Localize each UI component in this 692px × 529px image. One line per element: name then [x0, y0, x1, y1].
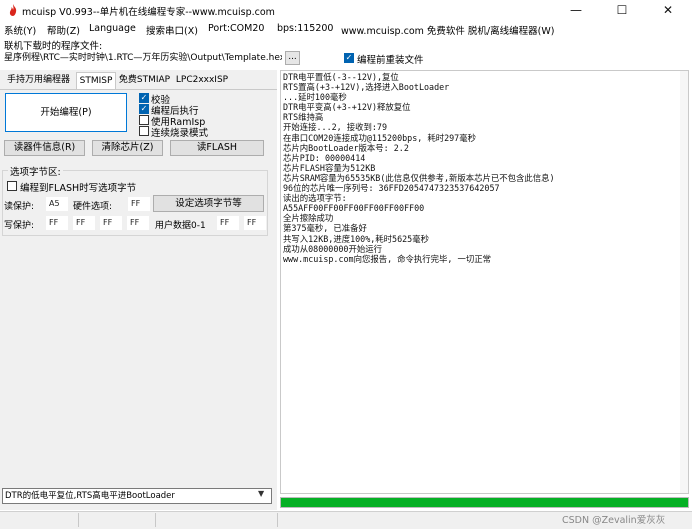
- log-line: 96位的芯片唯一序列号: 36FFD2054747323537642057: [283, 183, 500, 194]
- verify-checkbox[interactable]: ✓: [139, 93, 149, 103]
- log-line: 全片擦除成功: [283, 213, 334, 224]
- log-line: 芯片内BootLoader版本号: 2.2: [283, 142, 409, 153]
- write-protect-field-0[interactable]: FF: [46, 216, 68, 230]
- write-protect-label: 写保护:: [4, 221, 35, 231]
- browse-button[interactable]: ...: [285, 51, 300, 65]
- log-line: 芯片PID: 00000414: [283, 152, 366, 163]
- log-line: 读出的选项字节:: [283, 193, 347, 204]
- reset-mode-select[interactable]: DTR的低电平复位,RTS高电平进BootLoader: [2, 488, 272, 504]
- status-separator: [78, 513, 79, 527]
- continuous-mode-checkbox[interactable]: [139, 126, 149, 136]
- user-data-field-0[interactable]: FF: [217, 216, 239, 230]
- ramisp-checkbox[interactable]: [139, 115, 149, 125]
- log-line: 开始连接...2, 接收到:79: [283, 122, 388, 133]
- log-line: 芯片FLASH容量为512KB: [283, 162, 376, 173]
- log-line: 成功从08000000开始运行: [283, 243, 382, 254]
- log-line: 芯片SRAM容量为65535KB(此信息仅供参考,新版本芯片已不包含此信息): [283, 172, 555, 183]
- log-lines: DTR电平置低(-3--12V),复位 RTS置高(+3-+12V),选择进入B…: [283, 72, 673, 264]
- option-bytes-title: 选项字节区:: [8, 164, 63, 178]
- log-line: RTS维持高: [283, 112, 324, 123]
- tab-lpc[interactable]: LPC2xxxISP: [174, 72, 230, 89]
- menu-port[interactable]: Port:COM20: [208, 23, 264, 34]
- status-separator: [155, 513, 156, 527]
- tab-stmiap[interactable]: 免费STMIAP: [117, 72, 172, 89]
- menu-bps[interactable]: bps:115200: [277, 23, 333, 34]
- menu-website[interactable]: www.mcuisp.com 免费软件 脱机/离线编程器(W): [341, 23, 554, 37]
- user-data-field-1[interactable]: FF: [244, 216, 266, 230]
- file-label: 联机下载时的程序文件:: [4, 41, 103, 52]
- log-line: RTS置高(+3-+12V),选择进入BootLoader: [283, 82, 450, 93]
- hw-option-label: 硬件选项:: [73, 202, 113, 212]
- reprogram-label: 编程前重装文件: [357, 55, 424, 66]
- tab-stmisp[interactable]: STMISP: [76, 72, 116, 89]
- log-line: DTR电平置低(-3--12V),复位: [283, 72, 399, 82]
- set-option-bytes-button[interactable]: 设定选项字节等: [153, 195, 264, 212]
- read-info-button[interactable]: 读器件信息(R): [4, 140, 85, 156]
- erase-chip-button[interactable]: 清除芯片(Z): [92, 140, 163, 156]
- continuous-mode-label: 连续烧录模式: [151, 128, 209, 139]
- read-protect-field[interactable]: A5: [46, 197, 68, 211]
- reprogram-checkbox[interactable]: ✓: [344, 53, 354, 63]
- log-line: DTR电平变高(+3-+12V)释放复位: [283, 102, 411, 113]
- app-flame-icon: [9, 4, 17, 16]
- file-path-field[interactable]: 星序例程\RTC—实时时钟\1.RTC—万年历实验\Output\Templat…: [4, 51, 282, 65]
- read-protect-label: 读保护:: [4, 202, 35, 212]
- maximize-button[interactable]: ☐: [599, 0, 645, 20]
- write-protect-field-1[interactable]: FF: [73, 216, 95, 230]
- menu-help[interactable]: 帮助(Z): [47, 23, 80, 37]
- menu-search-port[interactable]: 搜索串口(X): [146, 23, 198, 37]
- tab-handheld[interactable]: 手持万用编程器: [2, 72, 75, 89]
- menu-system[interactable]: 系统(Y): [4, 23, 36, 37]
- minimize-button[interactable]: —: [553, 0, 599, 20]
- log-scrollbar[interactable]: [680, 71, 688, 493]
- user-data-label: 用户数据0-1: [155, 221, 206, 231]
- close-button[interactable]: ✕: [645, 0, 691, 20]
- watermark: CSDN @Zevalin爱灰灰: [562, 515, 666, 526]
- write-option-bytes-label: 编程到FLASH时写选项字节: [20, 183, 137, 194]
- write-option-bytes-checkbox[interactable]: [7, 181, 17, 191]
- hw-option-field[interactable]: FF: [128, 197, 150, 211]
- chevron-down-icon[interactable]: ▼: [258, 489, 264, 498]
- window-title: mcuisp V0.993--单片机在线编程专家--www.mcuisp.com: [22, 7, 275, 18]
- read-flash-button[interactable]: 读FLASH: [170, 140, 264, 156]
- write-protect-field-3[interactable]: FF: [127, 216, 149, 230]
- log-line: ...延时100毫秒: [283, 92, 347, 103]
- status-separator: [277, 513, 278, 527]
- log-line: 共写入12KB,进度100%,耗时5625毫秒: [283, 233, 429, 244]
- log-line: 第375毫秒, 已准备好: [283, 223, 367, 234]
- log-line: 在串口COM20连接成功@115200bps, 耗时297毫秒: [283, 132, 476, 143]
- log-line: www.mcuisp.com向您报告, 命令执行完毕, 一切正常: [283, 253, 492, 264]
- run-after-checkbox[interactable]: ✓: [139, 104, 149, 114]
- log-line: A55AFF00FF00FF00FF00FF00FF00: [283, 203, 425, 214]
- start-program-button[interactable]: 开始编程(P): [5, 93, 127, 132]
- write-protect-field-2[interactable]: FF: [100, 216, 122, 230]
- menu-language[interactable]: Language: [89, 23, 136, 34]
- progress-fill: [281, 498, 688, 507]
